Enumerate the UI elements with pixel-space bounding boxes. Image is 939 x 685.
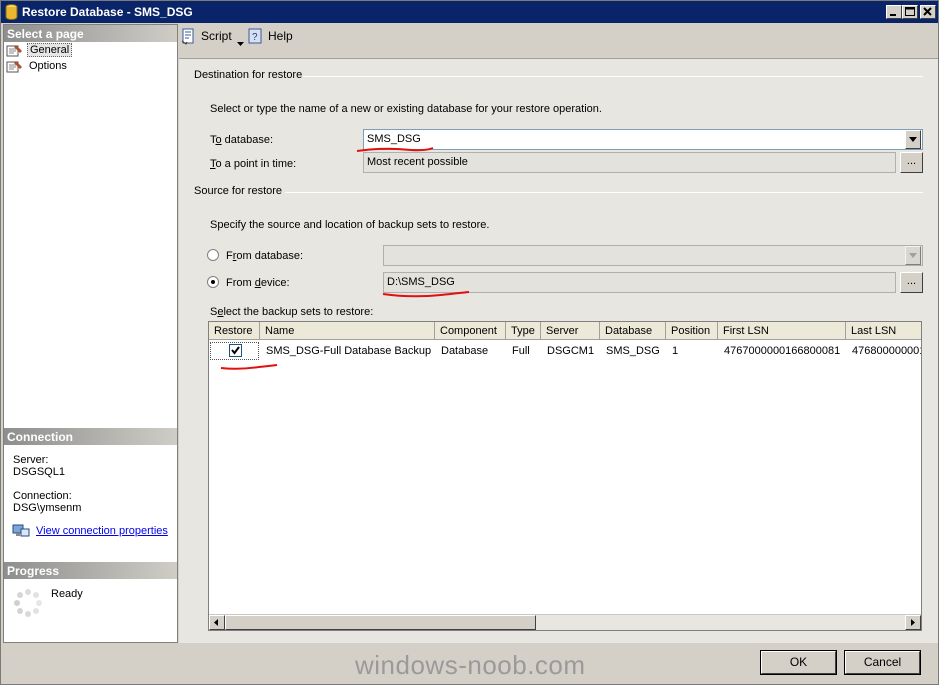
progress-spinner-icon	[12, 587, 44, 622]
cell-component: Database	[441, 345, 489, 357]
chevron-down-icon	[909, 253, 917, 258]
script-icon	[181, 27, 197, 48]
arrow-right-icon	[911, 619, 915, 626]
connection-header: Connection	[4, 428, 177, 445]
column-header-position[interactable]: Position	[666, 322, 718, 340]
point-in-time-label: To a point in time:	[210, 158, 297, 170]
column-header-database[interactable]: Database	[600, 322, 666, 340]
page-label: General	[27, 43, 73, 57]
to-database-label: To database:	[210, 134, 273, 146]
point-in-time-value: Most recent possible	[367, 156, 468, 168]
destination-divider	[303, 76, 923, 77]
connection-label: Connection:	[13, 490, 72, 502]
script-label: Script	[201, 29, 232, 43]
from-device-value: D:\SMS_DSG	[387, 276, 455, 288]
point-in-time-field: Most recent possible	[363, 152, 896, 173]
source-divider	[285, 192, 923, 193]
column-header-name[interactable]: Name	[260, 322, 435, 340]
backup-sets-table[interactable]: Restore Name Component Type Server Datab…	[208, 321, 922, 631]
right-pane: Script ? Help Destination for restore Se…	[179, 24, 938, 643]
restore-database-window: Restore Database - SMS_DSG Select a page…	[0, 0, 939, 685]
help-button[interactable]: ? Help	[247, 27, 295, 45]
connection-properties-icon	[12, 524, 30, 537]
ok-button[interactable]: OK	[760, 650, 837, 675]
from-database-combobox	[383, 245, 923, 266]
checkmark-icon	[231, 346, 240, 355]
cell-database: SMS_DSG	[606, 345, 660, 357]
scroll-left-button[interactable]	[209, 615, 225, 630]
to-database-dropdown-button[interactable]	[905, 130, 921, 149]
column-header-type[interactable]: Type	[506, 322, 541, 340]
column-header-last-lsn[interactable]: Last LSN	[846, 322, 921, 340]
from-device-radio[interactable]	[207, 276, 219, 288]
close-icon	[923, 7, 932, 16]
cell-first-lsn: 4767000000166800081	[724, 345, 841, 357]
arrow-left-icon	[214, 619, 218, 626]
database-cylinder-icon	[5, 4, 18, 20]
from-database-label[interactable]: From database:	[226, 250, 303, 262]
maximize-icon	[905, 7, 915, 16]
general-page-content: Destination for restore Select or type t…	[179, 58, 938, 643]
table-row[interactable]: SMS_DSG-Full Database Backup Database Fu…	[209, 341, 921, 361]
help-label: Help	[268, 29, 293, 43]
point-in-time-browse-button[interactable]: ...	[900, 152, 923, 173]
cell-name: SMS_DSG-Full Database Backup	[266, 345, 432, 357]
window-title: Restore Database - SMS_DSG	[22, 5, 193, 19]
cancel-button[interactable]: Cancel	[844, 650, 921, 675]
toolbar: Script ? Help	[179, 24, 938, 50]
chevron-down-icon	[237, 35, 244, 49]
maximize-button[interactable]	[902, 5, 918, 19]
select-page-header: Select a page	[4, 25, 177, 42]
red-annotation-underline	[356, 147, 434, 152]
progress-header: Progress	[4, 562, 177, 579]
cell-last-lsn: 4768000000015	[852, 345, 921, 357]
cell-server: DSGCM1	[547, 345, 595, 357]
minimize-button[interactable]	[886, 5, 902, 19]
title-bar[interactable]: Restore Database - SMS_DSG	[1, 1, 938, 23]
red-annotation-underline	[220, 364, 278, 370]
server-label: Server:	[13, 454, 49, 466]
scroll-right-button[interactable]	[905, 615, 921, 630]
horizontal-scrollbar[interactable]	[209, 614, 921, 630]
destination-instruction: Select or type the name of a new or exis…	[210, 103, 602, 115]
view-connection-properties-label[interactable]: View connection properties	[36, 525, 168, 537]
source-instruction: Specify the source and location of backu…	[210, 219, 490, 231]
destination-group-title: Destination for restore	[194, 69, 303, 81]
from-database-dropdown-button	[905, 246, 921, 265]
column-header-server[interactable]: Server	[541, 322, 600, 340]
page-icon	[6, 60, 24, 73]
help-book-icon: ?	[247, 27, 263, 48]
watermark-text: windows-noob.com	[355, 650, 586, 680]
close-button[interactable]	[920, 5, 936, 19]
progress-status: Ready	[51, 588, 83, 600]
source-group-title: Source for restore	[194, 185, 283, 197]
script-button[interactable]: Script	[181, 27, 247, 48]
server-value: DSGSQL1	[13, 466, 65, 478]
scrollbar-thumb[interactable]	[225, 615, 536, 630]
minimize-icon	[890, 14, 896, 16]
svg-text:?: ?	[252, 32, 258, 43]
restore-checkbox[interactable]	[229, 344, 242, 357]
column-header-restore[interactable]: Restore	[209, 322, 260, 340]
page-label: Options	[29, 60, 67, 72]
connection-value: DSG\ymsenm	[13, 502, 82, 514]
left-pane: Select a page General Options Connection…	[3, 24, 178, 643]
cell-position: 1	[672, 345, 679, 357]
cell-type: Full	[512, 345, 530, 357]
backup-sets-label: Select the backup sets to restore:	[210, 306, 374, 318]
red-annotation-underline	[382, 291, 470, 298]
from-device-browse-button[interactable]: ...	[900, 272, 923, 293]
chevron-down-icon	[909, 137, 917, 142]
to-database-value[interactable]: SMS_DSG	[367, 133, 421, 145]
to-database-combobox[interactable]: SMS_DSG	[363, 129, 923, 150]
page-icon	[6, 44, 24, 57]
from-database-radio[interactable]	[207, 249, 219, 261]
column-header-first-lsn[interactable]: First LSN	[718, 322, 846, 340]
from-device-label[interactable]: From device:	[226, 277, 290, 289]
dialog-button-bar: windows-noob.com OK Cancel	[1, 644, 938, 684]
column-header-component[interactable]: Component	[435, 322, 506, 340]
